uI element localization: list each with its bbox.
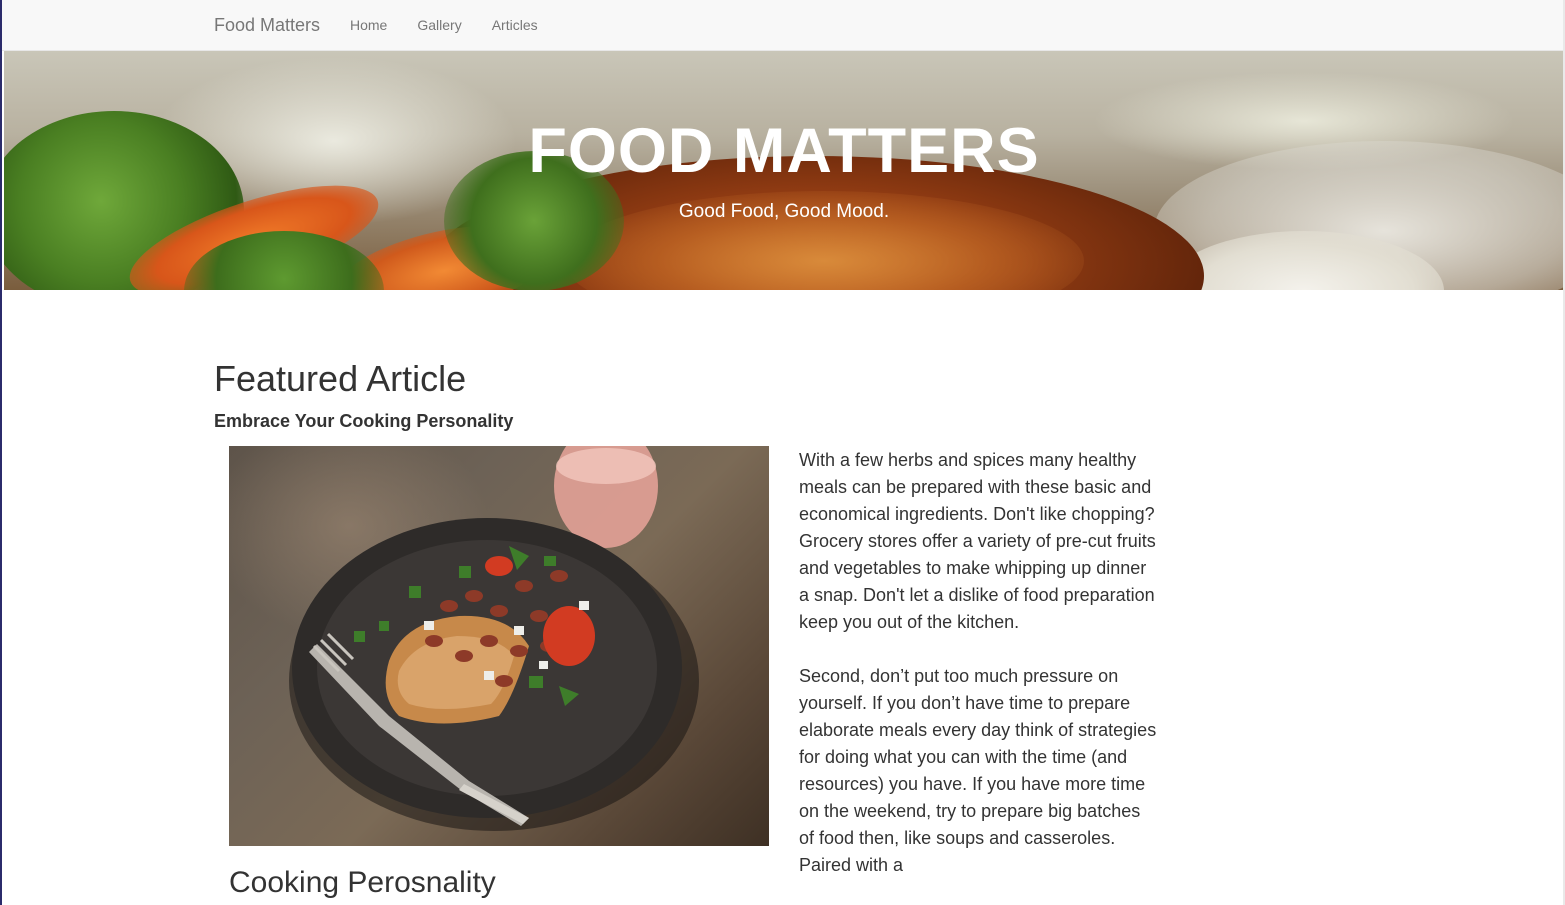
nav-links: Home Gallery Articles: [350, 17, 568, 33]
nav-link-gallery[interactable]: Gallery: [417, 17, 461, 33]
article-paragraph-2: Second, don’t put too much pressure on y…: [799, 666, 1157, 875]
image-caption-heading: Cooking Perosnality: [229, 866, 496, 899]
hero-title: FOOD MATTERS: [528, 116, 1040, 186]
food-plate-illustration: [289, 446, 699, 831]
article-paragraph-1: With a few herbs and spices many healthy…: [799, 450, 1156, 632]
hero-subtitle: Good Food, Good Mood.: [678, 201, 890, 222]
hero-banner: FOOD MATTERS Good Food, Good Mood.: [4, 51, 1564, 290]
top-navbar: Food Matters Home Gallery Articles: [2, 0, 1565, 51]
nav-link-home[interactable]: Home: [350, 17, 387, 33]
article-body: With a few herbs and spices many healthy…: [799, 447, 1159, 905]
page: Food Matters Home Gallery Articles FOOD …: [0, 0, 1565, 905]
article-image: [229, 446, 769, 846]
section-heading: Featured Article: [214, 358, 467, 399]
nav-link-articles[interactable]: Articles: [492, 17, 538, 33]
article-title: Embrace Your Cooking Personality: [214, 411, 514, 431]
brand-link[interactable]: Food Matters: [214, 15, 320, 36]
